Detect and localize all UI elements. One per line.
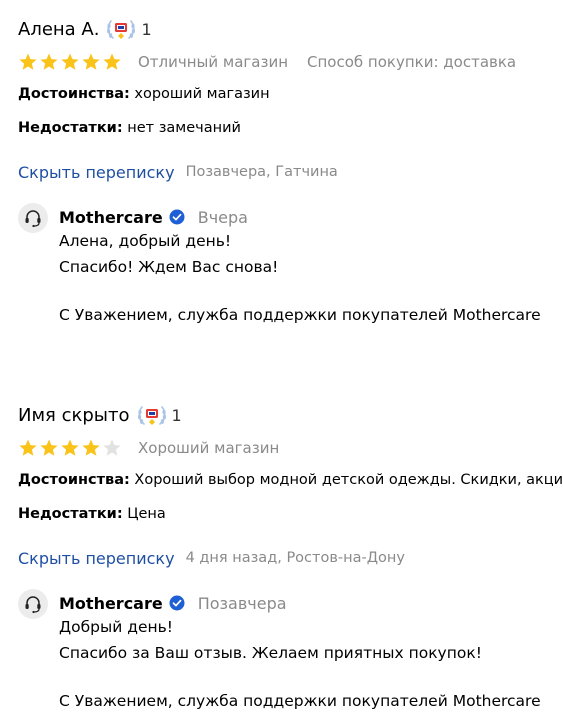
star-filled-icon xyxy=(103,53,121,70)
cons-text: Цена xyxy=(122,506,166,522)
reply-header: Mothercare Позавчера xyxy=(59,591,287,615)
star-rating xyxy=(18,438,128,458)
star-filled-icon xyxy=(61,53,79,70)
laurel-badge-icon[interactable] xyxy=(105,17,141,41)
laurel-badge-icon[interactable] xyxy=(136,403,172,427)
pros-text: Хороший выбор модной детской одежды. Ски… xyxy=(129,472,563,488)
pros-text: хороший магазин xyxy=(129,86,270,102)
star-filled-icon xyxy=(82,53,100,70)
review-date-location: 4 дня назад, Ростов-на-Дону xyxy=(185,550,405,566)
hide-correspondence-link[interactable]: Скрыть переписку xyxy=(18,163,175,182)
pros-label: Достоинства: xyxy=(18,472,130,488)
review-cons: Недостатки: Цена xyxy=(18,506,166,522)
reply-line: С Уважением, служба поддержки покупателе… xyxy=(59,306,541,324)
support-avatar xyxy=(18,203,48,233)
verified-icon xyxy=(169,595,185,611)
rating-row: Отличный магазин Способ покупки: доставк… xyxy=(18,50,516,74)
star-rating xyxy=(18,52,128,72)
star-filled-icon xyxy=(82,439,100,456)
pros-label: Достоинства: xyxy=(18,86,130,102)
cons-label: Недостатки: xyxy=(18,506,123,522)
star-filled-icon xyxy=(61,439,79,456)
hide-correspondence-link[interactable]: Скрыть переписку xyxy=(18,549,175,568)
review-pros: Достоинства: Хороший выбор модной детско… xyxy=(18,472,563,488)
headset-icon xyxy=(25,210,41,228)
reply-shop-name[interactable]: Mothercare xyxy=(59,594,163,613)
reply-date: Вчера xyxy=(197,207,248,227)
headset-icon xyxy=(25,596,41,614)
rating-row: Хороший магазин xyxy=(18,436,279,460)
reply-line: С Уважением, служба поддержки покупателе… xyxy=(59,692,541,710)
badge-count: 1 xyxy=(141,19,152,39)
reply-line: Спасибо за Ваш отзыв. Желаем приятных по… xyxy=(59,644,482,662)
review-meta-row: Скрыть переписку 4 дня назад, Ростов-на-… xyxy=(18,546,405,570)
cons-label: Недостатки: xyxy=(18,120,123,136)
rating-text: Хороший магазин xyxy=(138,439,280,457)
badge-count: 1 xyxy=(171,405,182,425)
review-pros: Достоинства: хороший магазин xyxy=(18,86,270,102)
star-filled-icon xyxy=(40,439,58,456)
purchase-method: Способ покупки: доставка xyxy=(307,53,517,71)
reply-line: Спасибо! Ждем Вас снова! xyxy=(59,258,279,276)
verified-icon xyxy=(169,209,185,225)
reply-date: Позавчера xyxy=(197,593,287,613)
rating-text: Отличный магазин xyxy=(138,53,289,71)
reply-line: Добрый день! xyxy=(59,618,173,636)
review-author-row: Алена А. 1 xyxy=(18,14,152,44)
star-filled-icon xyxy=(19,439,37,456)
support-avatar xyxy=(18,589,48,619)
reply-line: Алена, добрый день! xyxy=(59,232,232,250)
reply-header: Mothercare Вчера xyxy=(59,205,248,229)
review-date-location: Позавчера, Гатчина xyxy=(185,164,338,180)
star-filled-icon xyxy=(19,53,37,70)
review-cons: Недостатки: нет замечаний xyxy=(18,120,241,136)
review-author-name[interactable]: Имя скрыто xyxy=(18,405,130,426)
reply-shop-name[interactable]: Mothercare xyxy=(59,208,163,227)
star-empty-icon xyxy=(103,439,121,456)
star-filled-icon xyxy=(40,53,58,70)
cons-text: нет замечаний xyxy=(122,120,241,136)
review-meta-row: Скрыть переписку Позавчера, Гатчина xyxy=(18,160,338,184)
review-author-name[interactable]: Алена А. xyxy=(18,19,99,40)
review-author-row: Имя скрыто 1 xyxy=(18,400,182,430)
